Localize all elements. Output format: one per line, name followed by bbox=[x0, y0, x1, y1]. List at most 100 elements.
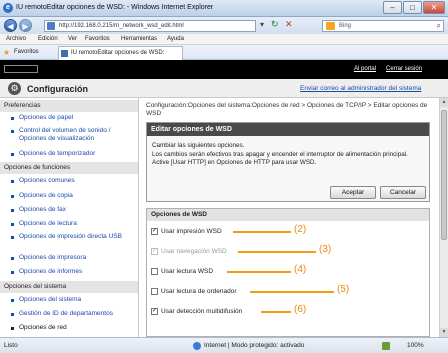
page-header: Al portal Cerrar sesión bbox=[0, 60, 448, 79]
option-deteccion-multidifusion[interactable]: ✓ Usar detección multidifusión bbox=[151, 307, 271, 316]
sidebar-item-usb[interactable]: Opciones de impresión directa USB bbox=[11, 233, 134, 241]
sidebar-item-label: Gestión de ID de departamentos bbox=[19, 310, 113, 317]
bullet-icon bbox=[11, 117, 14, 120]
message-line: Cambiar las siguientes opciones. bbox=[152, 142, 245, 149]
menu-favoritos[interactable]: Favoritos bbox=[85, 34, 110, 45]
status-bar: Listo Internet | Modo protegido: activad… bbox=[0, 337, 448, 353]
favorites-bar: ★ Favoritos IU remotoEditar opciones de W… bbox=[0, 45, 448, 60]
mail-admin-link[interactable]: Enviar correo al administrador del siste… bbox=[300, 85, 421, 92]
sidebar-item-label: Opciones de informes bbox=[19, 268, 83, 275]
settings-icon: ⚙ bbox=[8, 82, 21, 95]
portal-link[interactable]: Al portal bbox=[354, 66, 376, 72]
sidebar-item-papel[interactable]: Opciones de papel bbox=[11, 114, 134, 122]
wsd-section-title: Opciones de WSD bbox=[147, 209, 429, 221]
checkbox-unchecked[interactable] bbox=[151, 268, 158, 275]
menu-ayuda[interactable]: Ayuda bbox=[167, 34, 184, 45]
search-engine-label: Bing bbox=[339, 23, 352, 29]
address-toolbar: ◀ ▶ http://192.168.0.215/rn_network_wsd_… bbox=[0, 17, 448, 34]
sidebar: Preferencias Opciones de papel Control d… bbox=[0, 98, 139, 337]
menu-archivo[interactable]: Archivo bbox=[6, 34, 26, 45]
dropdown-icon[interactable]: ▾ bbox=[260, 20, 264, 29]
sidebar-item-informes[interactable]: Opciones de informes bbox=[11, 268, 134, 276]
sidebar-item-label: Opciones comunes bbox=[19, 177, 75, 184]
maximize-button[interactable]: □ bbox=[403, 1, 422, 14]
bullet-icon bbox=[11, 130, 14, 133]
url-field[interactable]: http://192.168.0.215/rn_network_wsd_edit… bbox=[44, 20, 256, 32]
brand-logo bbox=[4, 65, 38, 73]
sidebar-item-label: Opciones de red bbox=[19, 324, 67, 331]
bullet-icon bbox=[11, 271, 14, 274]
status-text: Listo bbox=[4, 342, 18, 349]
sidebar-item-label: Opciones de fax bbox=[19, 206, 66, 213]
callout-line bbox=[250, 291, 334, 293]
search-icon[interactable]: ⌕ bbox=[437, 21, 441, 31]
option-navegacion-wsd[interactable]: ✓ Usar navegación WSD bbox=[151, 247, 251, 256]
sidebar-item-fax[interactable]: Opciones de fax bbox=[11, 206, 134, 214]
callout-line bbox=[227, 271, 291, 273]
menu-edicion[interactable]: Edición bbox=[38, 34, 58, 45]
globe-icon bbox=[193, 342, 201, 350]
option-label: Usar impresión WSD bbox=[161, 228, 222, 235]
minimize-button[interactable]: – bbox=[383, 1, 402, 14]
bullet-icon bbox=[11, 257, 14, 260]
callout-line bbox=[233, 231, 291, 233]
callout-6: (6) bbox=[294, 304, 307, 315]
callout-4: (4) bbox=[294, 264, 307, 275]
ok-button[interactable]: Aceptar bbox=[330, 186, 376, 199]
scroll-down-icon[interactable]: ▼ bbox=[440, 328, 448, 337]
stop-icon[interactable]: ✕ bbox=[285, 19, 293, 30]
callout-line bbox=[238, 251, 316, 253]
menu-ver[interactable]: Ver bbox=[68, 34, 77, 45]
sidebar-item-label: Opciones de impresión directa USB bbox=[19, 233, 122, 240]
config-bar: ⚙ Configuración Enviar correo al adminis… bbox=[0, 79, 448, 98]
page-title: Configuración bbox=[27, 84, 88, 94]
bullet-icon bbox=[11, 153, 14, 156]
cancel-button[interactable]: Cancelar bbox=[380, 186, 426, 199]
sidebar-item-sistema[interactable]: Opciones del sistema bbox=[11, 296, 134, 304]
bullet-icon bbox=[11, 327, 14, 330]
zoom-level[interactable]: 100% bbox=[407, 339, 424, 353]
favorites-button[interactable]: ★ Favoritos bbox=[3, 47, 42, 58]
sidebar-item-comunes[interactable]: Opciones comunes bbox=[11, 177, 134, 185]
zone-text: Internet | Modo protegido: activado bbox=[204, 342, 305, 349]
menu-herramientas[interactable]: Herramientas bbox=[121, 34, 157, 45]
sidebar-item-label: Opciones de papel bbox=[19, 114, 74, 121]
scroll-thumb[interactable] bbox=[441, 110, 447, 240]
checkbox-checked-disabled[interactable]: ✓ bbox=[151, 248, 158, 255]
sidebar-item-lectura[interactable]: Opciones de lectura bbox=[11, 220, 134, 228]
bullet-icon bbox=[11, 180, 14, 183]
checkbox-checked[interactable]: ✓ bbox=[151, 228, 158, 235]
window-title: IU remotoEditar opciones de WSD: - Windo… bbox=[16, 4, 214, 11]
bullet-icon bbox=[11, 299, 14, 302]
back-button[interactable]: ◀ bbox=[4, 19, 17, 32]
vertical-scrollbar[interactable]: ▲ ▼ bbox=[439, 98, 448, 337]
search-field[interactable]: Bing ⌕ bbox=[322, 20, 444, 32]
option-label: Usar lectura WSD bbox=[161, 268, 214, 275]
callout-3: (3) bbox=[319, 244, 332, 255]
bullet-icon bbox=[11, 223, 14, 226]
callout-5: (5) bbox=[337, 284, 350, 295]
sidebar-item-red[interactable]: Opciones de red bbox=[11, 324, 134, 332]
sidebar-section-funciones: Opciones de funciones bbox=[0, 162, 138, 174]
message-line: Active [Usar HTTP] en Opciones de HTTP p… bbox=[152, 159, 317, 167]
callout-2: (2) bbox=[294, 224, 307, 235]
sidebar-item-volumen[interactable]: Control del volumen de sonido / Opciones… bbox=[11, 127, 134, 143]
option-label: Usar navegación WSD bbox=[161, 248, 227, 255]
edit-message: Cambiar las siguientes opciones. Los cam… bbox=[152, 142, 424, 168]
browser-tab[interactable]: IU remotoEditar opciones de WSD: bbox=[58, 46, 183, 60]
sidebar-item-label: Opciones de lectura bbox=[19, 220, 77, 227]
tab-title: IU remotoEditar opciones de WSD: bbox=[71, 50, 165, 56]
logout-link[interactable]: Cerrar sesión bbox=[386, 66, 422, 72]
forward-button[interactable]: ▶ bbox=[19, 19, 32, 32]
checkbox-checked[interactable]: ✓ bbox=[151, 308, 158, 315]
refresh-icon[interactable]: ↻ bbox=[271, 19, 279, 30]
bullet-icon bbox=[11, 236, 14, 239]
option-label: Usar detección multidifusión bbox=[161, 308, 243, 315]
sidebar-item-temporizador[interactable]: Opciones de temporizador bbox=[11, 150, 134, 158]
sidebar-item-impresora[interactable]: Opciones de impresora bbox=[11, 254, 134, 262]
sidebar-item-copia[interactable]: Opciones de copia bbox=[11, 192, 134, 200]
close-window-button[interactable]: ✕ bbox=[423, 1, 445, 14]
sidebar-item-departamentos[interactable]: Gestión de ID de departamentos bbox=[11, 310, 134, 318]
checkbox-unchecked[interactable] bbox=[151, 288, 158, 295]
scroll-up-icon[interactable]: ▲ bbox=[440, 98, 448, 107]
